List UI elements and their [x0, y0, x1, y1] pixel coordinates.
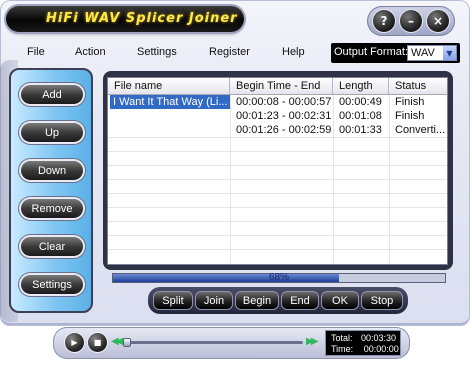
menu-file[interactable]: File	[27, 46, 45, 58]
minimize-icon: –	[408, 14, 414, 28]
cell-length: 00:01:33	[339, 124, 382, 136]
control-panel: Add Up Down Remove Clear Settings	[9, 68, 93, 313]
cell-status: Converti...	[395, 124, 446, 136]
begin-button[interactable]: Begin	[235, 291, 279, 310]
menu-action[interactable]: Action	[75, 46, 106, 58]
window-controls: ? – ×	[367, 6, 455, 36]
file-list-body: I Want It That Way (Li... 00:00:08 - 00:…	[108, 95, 447, 264]
output-format-label: Output Format:	[334, 46, 408, 58]
play-icon: ▶	[71, 338, 78, 347]
column-header-length[interactable]: Length	[333, 78, 389, 94]
table-row[interactable]: 00:01:23 - 00:02:31 00:01:08 Finish	[108, 109, 447, 123]
cell-range: 00:01:26 - 00:02:59	[236, 124, 332, 136]
row-divider	[108, 207, 447, 208]
main-window: HiFi WAV Splicer Joiner ? – × File Actio…	[0, 0, 470, 326]
row-divider	[108, 165, 447, 166]
remove-button[interactable]: Remove	[21, 199, 83, 218]
progress-label: 68%	[268, 272, 289, 283]
fast-forward-icon[interactable]: ▶▶	[306, 336, 319, 347]
total-time-label: Total:	[331, 333, 353, 343]
ok-button[interactable]: OK	[321, 291, 359, 310]
row-divider	[108, 193, 447, 194]
cell-file-name[interactable]	[110, 123, 230, 137]
column-header-file-name[interactable]: File name	[108, 78, 230, 94]
table-row[interactable]: I Want It That Way (Li... 00:00:08 - 00:…	[108, 95, 447, 109]
time-display: Total: 00:03:30 Time: 00:00:00	[325, 330, 401, 356]
cell-file-name[interactable]: I Want It That Way (Li...	[110, 95, 230, 109]
row-divider	[108, 221, 447, 222]
menu-bar: File Action Settings Register Help	[0, 46, 330, 62]
total-time-row: Total: 00:03:30	[331, 333, 396, 343]
close-button[interactable]: ×	[427, 10, 449, 32]
menu-help[interactable]: Help	[282, 46, 305, 58]
current-time-label: Time:	[331, 344, 354, 354]
end-button[interactable]: End	[281, 291, 319, 310]
play-button[interactable]: ▶	[65, 333, 84, 352]
cell-range: 00:01:23 - 00:02:31	[236, 110, 332, 122]
seek-thumb[interactable]	[123, 338, 131, 347]
cell-status: Finish	[395, 96, 425, 108]
column-header-begin-end[interactable]: Begin Time - End	[230, 78, 333, 94]
action-bar: Split Join Begin End OK Stop	[148, 287, 408, 314]
output-format-select[interactable]: WAV ▼	[407, 45, 457, 61]
current-time-row: Time: 00:00:00	[331, 344, 399, 354]
question-icon: ?	[380, 14, 388, 28]
progress-bar: 68%	[112, 272, 446, 283]
add-button[interactable]: Add	[21, 85, 83, 104]
rewind-icon[interactable]: ◀◀	[111, 336, 124, 347]
column-header-status[interactable]: Status	[389, 78, 447, 94]
output-format: Output Format: WAV ▼	[331, 43, 460, 63]
file-list[interactable]: File name Begin Time - End Length Status…	[107, 77, 448, 265]
minimize-button[interactable]: –	[400, 10, 422, 32]
seek-slider[interactable]	[123, 338, 303, 347]
menu-settings[interactable]: Settings	[137, 46, 177, 58]
stop-icon: ■	[93, 338, 102, 347]
stop-button[interactable]: ■	[88, 333, 107, 352]
menu-register[interactable]: Register	[209, 46, 250, 58]
player-bar: ▶ ■ ◀◀ ▶▶ Total: 00:03:30 Time: 00:00:00	[53, 327, 410, 359]
cell-file-name[interactable]	[110, 109, 230, 123]
total-time-value: 00:03:30	[361, 333, 397, 343]
stop-action-button[interactable]: Stop	[361, 291, 403, 310]
close-icon: ×	[432, 14, 444, 28]
chevron-down-icon[interactable]: ▼	[443, 46, 456, 60]
app-title: HiFi WAV Splicer Joiner	[46, 11, 238, 26]
cell-status: Finish	[395, 110, 425, 122]
title-bar[interactable]: HiFi WAV Splicer Joiner	[6, 6, 244, 32]
row-divider	[108, 137, 447, 138]
down-button[interactable]: Down	[21, 161, 83, 180]
row-divider	[108, 179, 447, 180]
file-list-header: File name Begin Time - End Length Status	[108, 78, 447, 95]
current-time-value: 00:00:00	[363, 344, 399, 354]
settings-button[interactable]: Settings	[21, 275, 83, 294]
cell-range: 00:00:08 - 00:00:57	[236, 96, 332, 108]
row-divider	[108, 151, 447, 152]
help-button[interactable]: ?	[373, 10, 395, 32]
join-button[interactable]: Join	[195, 291, 233, 310]
clear-button[interactable]: Clear	[21, 237, 83, 256]
row-divider	[108, 235, 447, 236]
table-row[interactable]: 00:01:26 - 00:02:59 00:01:33 Converti...	[108, 123, 447, 137]
cell-length: 00:00:49	[339, 96, 382, 108]
row-divider	[108, 249, 447, 250]
cell-length: 00:01:08	[339, 110, 382, 122]
up-button[interactable]: Up	[21, 123, 83, 142]
split-button[interactable]: Split	[153, 291, 193, 310]
output-format-value: WAV	[411, 47, 435, 59]
